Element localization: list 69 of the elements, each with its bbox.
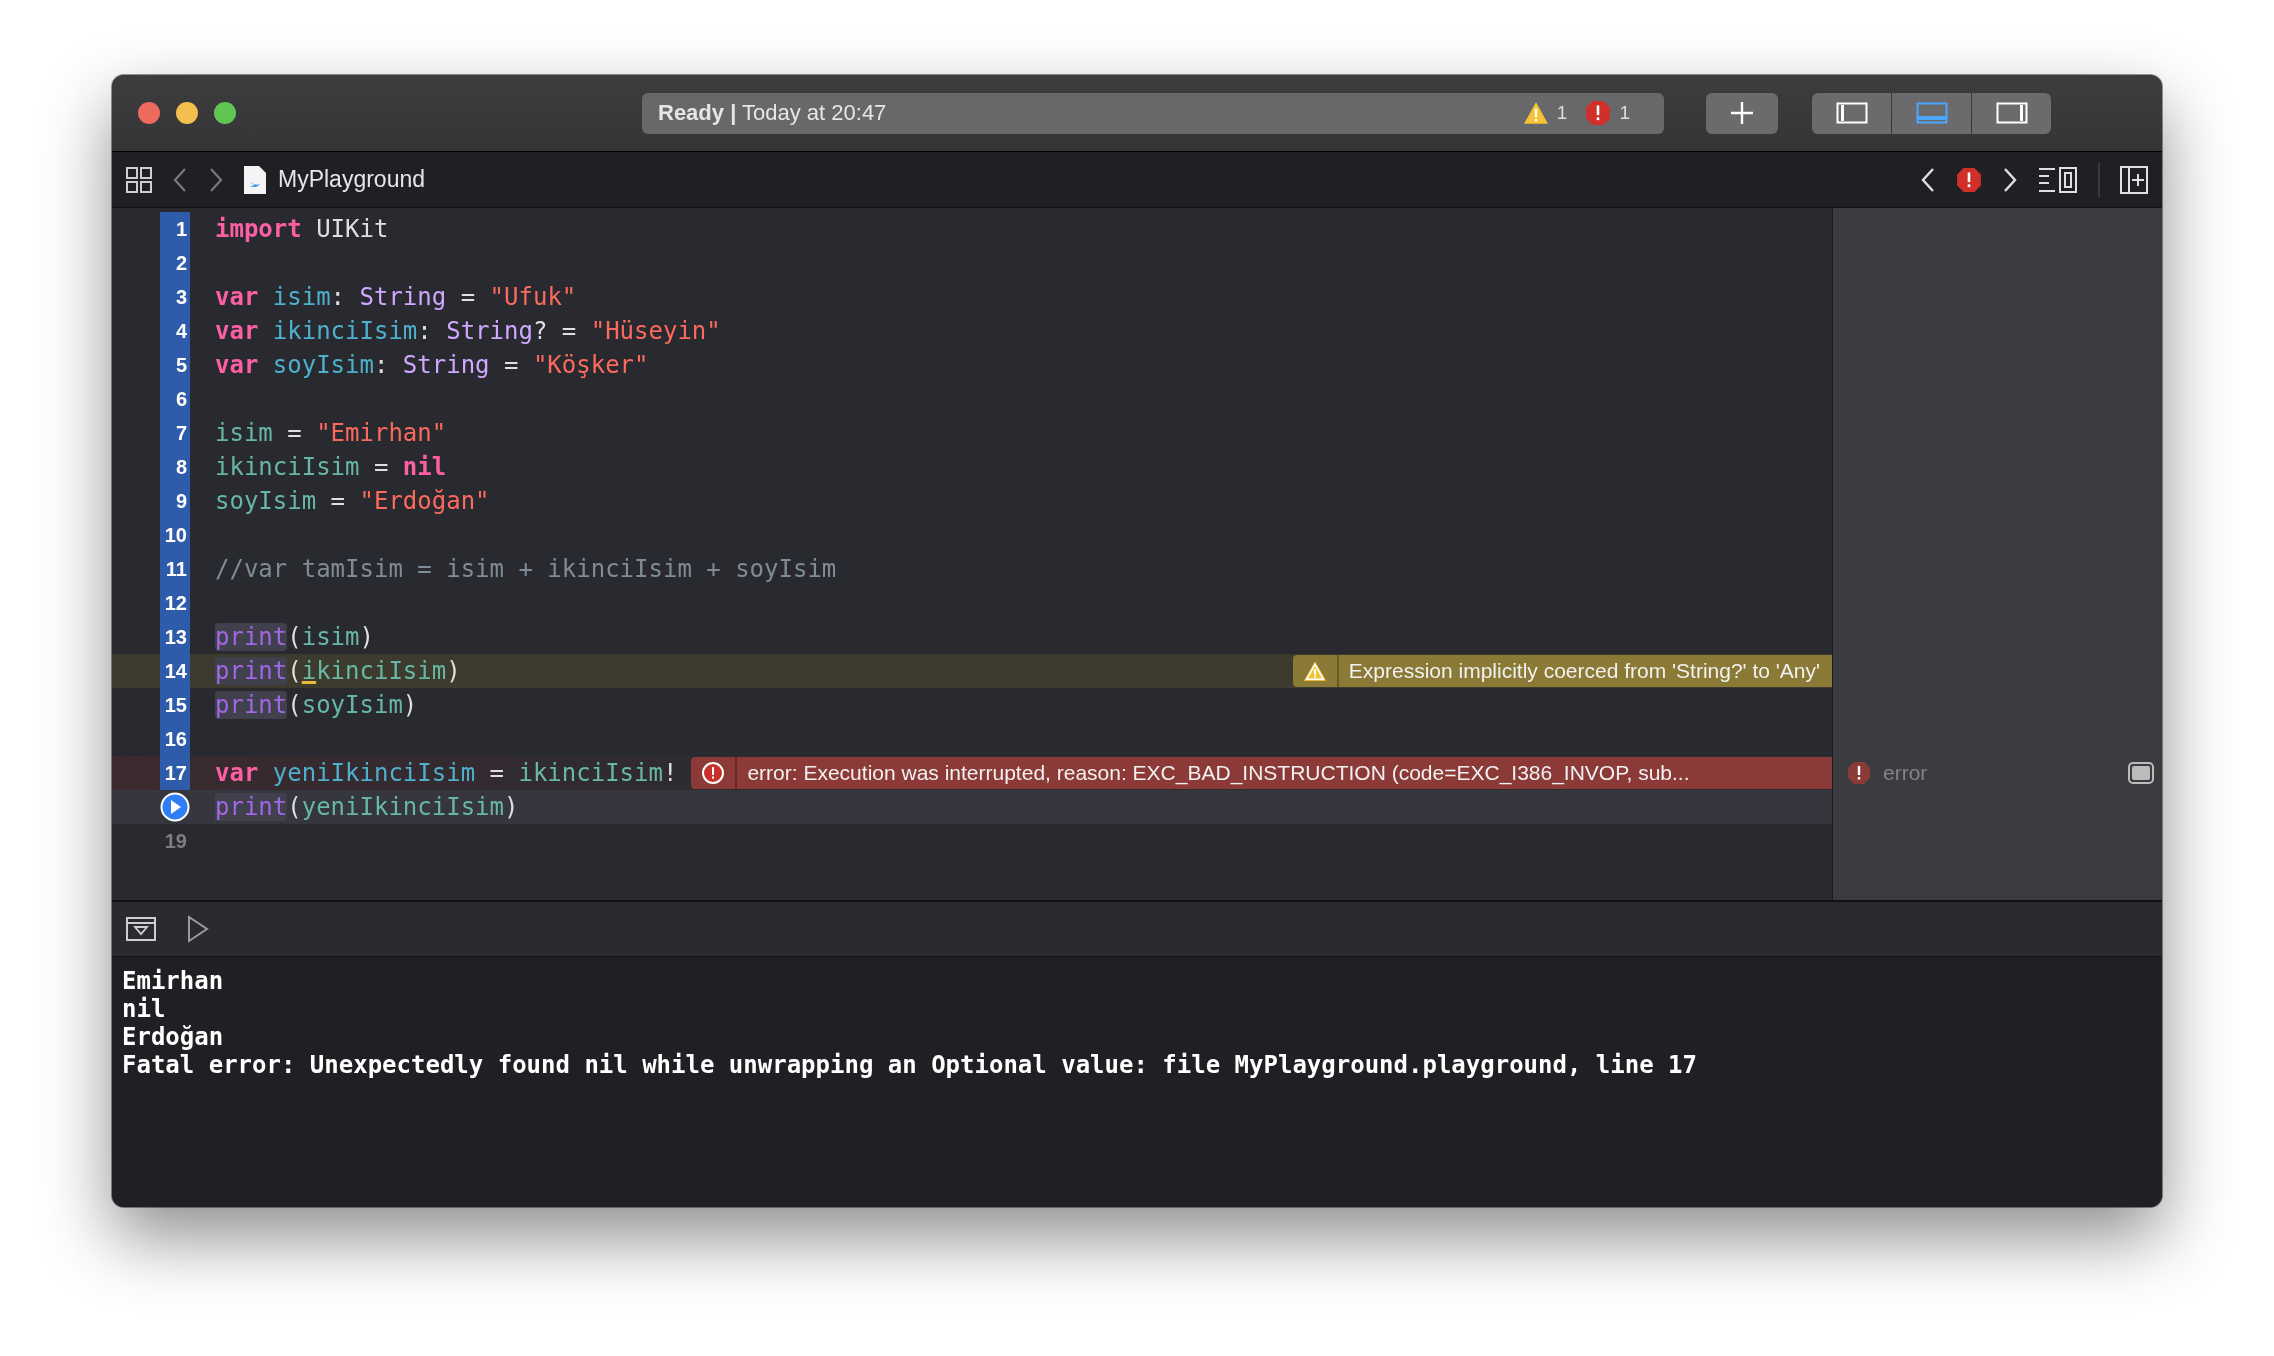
- code-line: print(yeniIkinciIsim): [215, 793, 519, 821]
- error-count: 1: [1619, 102, 1630, 124]
- panel-toggle-button[interactable]: [1972, 92, 2051, 134]
- line-number: 11: [160, 552, 190, 586]
- zoom-button[interactable]: [214, 102, 236, 124]
- console-line: Emirhan: [122, 967, 225, 995]
- code-line: print(ikinciIsim): [215, 657, 461, 685]
- line-number: 2: [160, 246, 190, 280]
- quick-look-icon[interactable]: [2128, 762, 2154, 784]
- warning-icon: [1302, 660, 1327, 682]
- warning-count: 1: [1556, 102, 1568, 124]
- run-icon[interactable]: [186, 915, 210, 943]
- code-line: isim = "Emirhan": [215, 419, 447, 447]
- panel-layout-icon: [1835, 102, 1868, 124]
- line-number: 3: [160, 280, 190, 314]
- previous-issue-icon[interactable]: [1920, 166, 1936, 193]
- warning-icon: [1522, 100, 1549, 126]
- plus-icon: [1729, 100, 1755, 126]
- line-number: 1: [160, 212, 190, 246]
- code-line: var yeniIkinciIsim = ikinciIsim!: [215, 759, 678, 787]
- line-number: 10: [160, 518, 190, 552]
- code-line: soyIsim = "Erdoğan": [215, 487, 490, 515]
- line-number: 9: [160, 484, 190, 518]
- editor-options-icon[interactable]: [2038, 165, 2078, 194]
- error-icon: [701, 761, 726, 785]
- line-number: 15: [160, 688, 190, 722]
- panel-toggle-button[interactable]: [1812, 92, 1891, 134]
- next-issue-icon[interactable]: [2002, 166, 2018, 193]
- line-number: 16: [160, 722, 190, 756]
- code-line: //var tamIsim = isim + ikinciIsim + soyIsim: [215, 555, 837, 583]
- minimize-button[interactable]: [176, 102, 198, 124]
- panel-layout-icon: [1995, 102, 2028, 124]
- panel-layout-icon: [1915, 102, 1948, 124]
- console-line: Fatal error: Unexpectedly found nil while unwrapping an Optional value: file MyPlayground.playground, line 17: [122, 1051, 1698, 1079]
- code-line: var soyIsim: String = "Köşker": [215, 351, 649, 379]
- close-button[interactable]: [138, 102, 160, 124]
- line-number: 13: [160, 620, 190, 654]
- code-line: ikinciIsim = nil: [215, 453, 447, 481]
- result-value: error: [1883, 761, 1929, 785]
- code-line: var isim: String = "Ufuk": [215, 283, 577, 311]
- console-line: Erdoğan: [122, 1023, 225, 1051]
- code-line: import UIKit: [215, 215, 389, 243]
- error-icon: [1847, 761, 1871, 785]
- add-editor-icon[interactable]: [2120, 165, 2148, 194]
- line-number: 8: [160, 450, 190, 484]
- grid-icon[interactable]: [126, 166, 152, 193]
- code-line: var ikinciIsim: String? = "Hüseyin": [215, 317, 721, 345]
- code-line: print(soyIsim): [215, 691, 418, 719]
- hide-debug-area-icon[interactable]: [126, 917, 156, 941]
- console-line: nil: [122, 995, 167, 1023]
- line-number: 7: [160, 416, 190, 450]
- line-number: 5: [160, 348, 190, 382]
- line-number: 17: [160, 756, 190, 790]
- code-line: print(isim): [215, 623, 374, 651]
- file-name[interactable]: MyPlayground: [278, 166, 426, 193]
- line-number: 4: [160, 314, 190, 348]
- line-number: 6: [160, 382, 190, 416]
- swift-file-icon: [244, 165, 266, 194]
- error-icon: [1585, 100, 1612, 126]
- error-message: error: Execution was interrupted, reason: EXC_BAD_INSTRUCTION (code=EXC_I386_INVOP, sub...: [691, 757, 1832, 789]
- warning-message: Expression implicitly coerced from 'String?' to 'Any': [1292, 655, 1832, 687]
- status-text: Ready | Today at 20:47: [658, 100, 888, 126]
- line-number: 19: [163, 829, 188, 854]
- issue-icon: [1956, 166, 1982, 193]
- panel-toggle-button[interactable]: [1892, 92, 1971, 134]
- run-line-button[interactable]: [160, 792, 190, 822]
- line-number: 12: [160, 586, 190, 620]
- add-button[interactable]: [1706, 92, 1778, 134]
- line-number: 14: [160, 654, 190, 688]
